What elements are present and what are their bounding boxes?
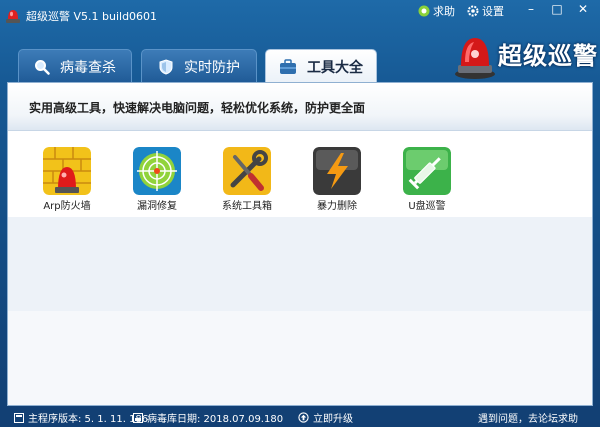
app-logo-icon [6,10,20,23]
tool-vulnerability-fix[interactable]: 漏洞修复 [122,147,192,212]
tool-label: Arp防火墙 [43,201,91,212]
version-text: 主程序版本: 5. 1. 11. 186 [28,414,149,425]
settings-label: 设置 [482,5,504,18]
forum-help-link[interactable]: 遇到问题，去论坛求助 [478,410,578,425]
app-window: 超级巡警 V5.1 build0601 求助 设置 – □ ✕ 超级巡警 病毒查… [0,0,600,427]
brand-name: 超级巡警 [498,42,598,70]
tools-panel: 实用高级工具，快速解决电脑问题，轻松优化系统，防护更全面 Arp防火墙 漏洞修复… [7,82,593,406]
shield-icon [159,58,173,75]
banner-text: 实用高级工具，快速解决电脑问题，轻松优化系统，防护更全面 [29,101,366,115]
tab-label: 病毒查杀 [60,59,116,76]
firewall-icon [43,147,91,195]
virus-db-text: 病毒库日期: 2018.07.09.180 [147,414,284,425]
close-button[interactable]: ✕ [574,2,592,16]
window-title: 超级巡警 V5.1 build0601 [26,10,158,23]
panel-banner: 实用高级工具，快速解决电脑问题，轻松优化系统，防护更全面 [8,83,592,131]
gear-icon [467,5,479,17]
tool-arp-firewall[interactable]: Arp防火墙 [32,147,102,212]
virus-db-info: 病毒库日期: 2018.07.09.180 [133,410,283,425]
tab-tools[interactable]: 工具大全 [265,49,377,84]
siren-icon [455,38,495,79]
tool-label: 暴力删除 [317,201,357,212]
tool-label: 系统工具箱 [222,201,272,212]
tab-realtime-protection[interactable]: 实时防护 [141,49,257,83]
maximize-button[interactable]: □ [548,2,566,16]
upgrade-link[interactable]: 立即升级 [298,410,353,425]
tab-label: 实时防护 [184,59,240,76]
help-icon [418,5,430,17]
database-icon [133,412,143,423]
lightning-icon [313,147,361,195]
brand-logo: 超级巡警 [452,28,598,84]
wrench-screwdriver-icon [223,147,271,195]
status-bar: 主程序版本: 5. 1. 11. 186 病毒库日期: 2018.07.09.1… [0,404,600,427]
tool-label: U盘巡警 [408,201,446,212]
upgrade-icon [298,412,309,423]
tool-label: 漏洞修复 [137,201,177,212]
maximize-icon: □ [551,2,563,16]
tab-label: 工具大全 [307,60,363,76]
tab-virus-scan[interactable]: 病毒查杀 [18,49,132,83]
settings-button[interactable]: 设置 [467,3,504,19]
minimize-button[interactable]: – [522,2,540,16]
close-icon: ✕ [577,2,589,16]
minimize-icon: – [528,2,534,16]
info-icon [14,412,24,423]
tool-force-delete[interactable]: 暴力删除 [302,147,372,212]
tool-system-toolbox[interactable]: 系统工具箱 [212,147,282,212]
forum-help-text: 遇到问题，去论坛求助 [478,414,578,425]
tool-usb-guard[interactable]: U盘巡警 [392,147,462,212]
upgrade-text: 立即升级 [313,414,353,425]
target-icon [133,147,181,195]
syringe-icon [403,147,451,195]
version-info: 主程序版本: 5. 1. 11. 186 [14,410,148,425]
magnifier-icon [35,59,50,75]
tools-empty-area [8,217,592,405]
toolbox-icon [280,59,296,74]
tools-grid: Arp防火墙 漏洞修复 系统工具箱 暴力删除 U盘巡警 [8,131,592,217]
help-button[interactable]: 求助 [418,3,455,19]
help-label: 求助 [433,5,455,18]
